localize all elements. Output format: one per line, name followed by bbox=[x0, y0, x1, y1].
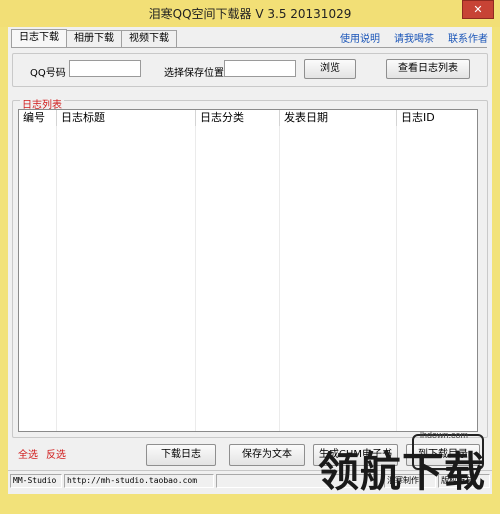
tab-video-download[interactable]: 视频下载 bbox=[121, 30, 177, 48]
column-header-date[interactable]: 发表日期 bbox=[280, 110, 397, 126]
select-all-link[interactable]: 全选 bbox=[18, 446, 38, 461]
qq-label: QQ号码 bbox=[30, 68, 66, 79]
column-header-title[interactable]: 日志标题 bbox=[57, 110, 196, 126]
list-header: 编号 日志标题 日志分类 发表日期 日志ID bbox=[19, 110, 477, 126]
browse-button[interactable]: 浏览 bbox=[304, 59, 356, 79]
contact-link[interactable]: 联系作者 bbox=[448, 30, 488, 45]
column-header-category[interactable]: 日志分类 bbox=[196, 110, 280, 126]
status-url: http://mh-studio.taobao.com bbox=[64, 474, 214, 488]
main-window: 日志下载 相册下载 视频下载 使用说明 请我喝茶 联系作者 QQ号码 选择保存位… bbox=[8, 27, 492, 494]
help-link[interactable]: 使用说明 bbox=[340, 30, 380, 45]
tab-blog-download[interactable]: 日志下载 bbox=[11, 29, 67, 48]
tab-divider bbox=[11, 47, 487, 48]
column-divider bbox=[279, 126, 280, 431]
watermark-logo: 领航下载 bbox=[318, 448, 486, 496]
column-divider bbox=[396, 126, 397, 431]
close-button[interactable]: ✕ bbox=[462, 0, 494, 19]
qq-input[interactable] bbox=[69, 60, 141, 77]
save-location-label: 选择保存位置 bbox=[164, 68, 224, 79]
download-button[interactable]: 下载日志 bbox=[146, 444, 216, 466]
save-as-text-button[interactable]: 保存为文本 bbox=[229, 444, 305, 466]
column-divider bbox=[56, 126, 57, 431]
title-bar: 泪寒QQ空间下载器 V 3.5 20131029 ✕ bbox=[0, 0, 500, 27]
log-list-view[interactable]: 编号 日志标题 日志分类 发表日期 日志ID bbox=[18, 109, 478, 432]
donate-link[interactable]: 请我喝茶 bbox=[394, 30, 434, 45]
window-title: 泪寒QQ空间下载器 V 3.5 20131029 bbox=[148, 7, 352, 21]
column-divider bbox=[195, 126, 196, 431]
column-header-id[interactable]: 日志ID bbox=[397, 110, 477, 126]
status-studio: MM-Studio bbox=[10, 474, 62, 488]
top-links: 使用说明 请我喝茶 联系作者 bbox=[340, 30, 488, 45]
invert-select-link[interactable]: 反选 bbox=[46, 446, 66, 461]
save-location-input[interactable] bbox=[224, 60, 296, 77]
tab-bar: 日志下载 相册下载 视频下载 bbox=[11, 29, 177, 48]
column-header-number[interactable]: 编号 bbox=[19, 110, 57, 126]
tab-album-download[interactable]: 相册下载 bbox=[66, 30, 122, 48]
view-list-button[interactable]: 查看日志列表 bbox=[386, 59, 470, 79]
